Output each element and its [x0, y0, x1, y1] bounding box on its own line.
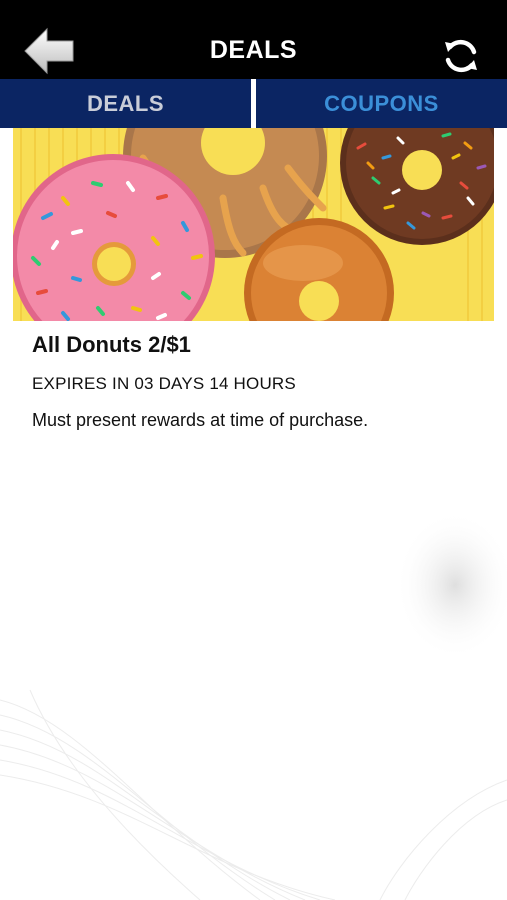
donuts-image [13, 128, 494, 321]
deal-card[interactable]: All Donuts 2/$1 EXPIRES IN 03 DAYS 14 HO… [13, 128, 494, 430]
app-header: DEALS [0, 0, 507, 79]
refresh-icon[interactable] [441, 36, 481, 76]
tab-bar: DEALS COUPONS [0, 79, 507, 128]
deal-expiry: EXPIRES IN 03 DAYS 14 HOURS [32, 374, 296, 393]
tab-deals[interactable]: DEALS [0, 79, 251, 128]
deal-title: All Donuts 2/$1 [32, 332, 191, 357]
tab-coupons[interactable]: COUPONS [256, 79, 507, 128]
page-title: DEALS [209, 36, 298, 64]
deal-note: Must present rewards at time of purchase… [32, 410, 369, 430]
